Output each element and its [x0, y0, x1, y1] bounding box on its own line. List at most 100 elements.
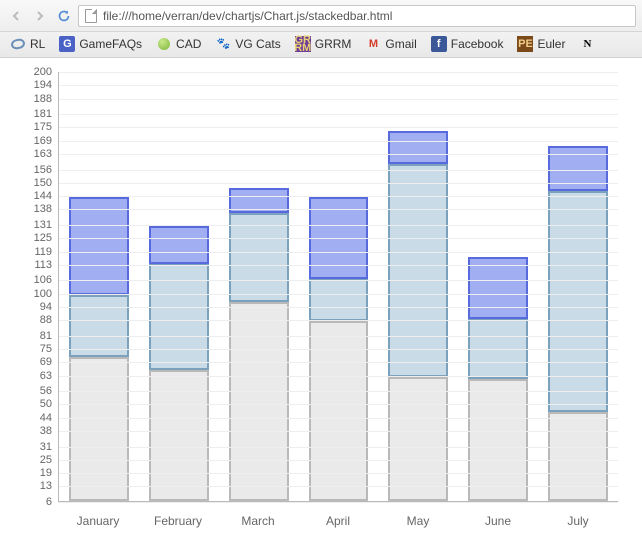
- bar-segment[interactable]: [149, 226, 209, 264]
- bookmark-euler[interactable]: PE Euler: [511, 34, 571, 54]
- y-tick-label: 81: [8, 330, 52, 342]
- euler-icon: PE: [517, 36, 533, 52]
- bar-segment[interactable]: [229, 302, 289, 501]
- bar-column: [139, 72, 219, 501]
- gridline: [59, 127, 618, 128]
- gridline: [59, 376, 618, 377]
- x-tick-label: March: [218, 506, 298, 534]
- bar-segment[interactable]: [468, 257, 528, 319]
- gridline: [59, 72, 618, 73]
- rl-icon: [10, 36, 26, 52]
- y-tick-label: 63: [8, 370, 52, 382]
- y-tick-label: 138: [8, 203, 52, 215]
- facebook-icon: f: [431, 36, 447, 52]
- gridline: [59, 336, 618, 337]
- bar-segment[interactable]: [388, 131, 448, 164]
- bar-segment[interactable]: [309, 279, 369, 321]
- bookmark-rl[interactable]: RL: [4, 34, 51, 54]
- gridline: [59, 170, 618, 171]
- y-tick-label: 94: [8, 301, 52, 313]
- gridline: [59, 294, 618, 295]
- y-tick-label: 44: [8, 412, 52, 424]
- url-bar[interactable]: file:///home/verran/dev/chartjs/Chart.js…: [78, 5, 636, 27]
- gridline: [59, 225, 618, 226]
- bar-segment[interactable]: [149, 370, 209, 501]
- y-tick-label: 163: [8, 148, 52, 160]
- gridline: [59, 252, 618, 253]
- y-tick-label: 156: [8, 164, 52, 176]
- gridline: [59, 320, 618, 321]
- gridline: [59, 196, 618, 197]
- y-tick-label: 6: [8, 496, 52, 508]
- vgcats-icon: 🐾: [215, 36, 231, 52]
- bar-column: [378, 72, 458, 501]
- gamefaqs-icon: G: [59, 36, 75, 52]
- bar-segment[interactable]: [388, 377, 448, 501]
- stacked-bar[interactable]: [388, 131, 448, 501]
- y-tick-label: 56: [8, 385, 52, 397]
- x-tick-label: May: [378, 506, 458, 534]
- stacked-bar[interactable]: [229, 188, 289, 501]
- bar-segment[interactable]: [69, 295, 129, 357]
- bookmark-label: Euler: [537, 37, 565, 51]
- bookmark-label: GameFAQs: [79, 37, 142, 51]
- bookmark-gmail[interactable]: M Gmail: [359, 34, 422, 54]
- y-tick-label: 150: [8, 177, 52, 189]
- gridline: [59, 114, 618, 115]
- bookmark-gamefaqs[interactable]: G GameFAQs: [53, 34, 148, 54]
- y-tick-label: 200: [8, 66, 52, 78]
- x-tick-label: July: [538, 506, 618, 534]
- x-axis-labels: JanuaryFebruaryMarchAprilMayJuneJuly: [58, 506, 618, 534]
- bar-segment[interactable]: [548, 412, 608, 501]
- bookmark-label: Facebook: [451, 37, 504, 51]
- reload-button[interactable]: [54, 6, 74, 26]
- y-tick-label: 38: [8, 425, 52, 437]
- bar-column: [538, 72, 618, 501]
- bookmark-grrm[interactable]: GRRM GRRM: [289, 34, 358, 54]
- gridline: [59, 447, 618, 448]
- gridline: [59, 85, 618, 86]
- gridline: [59, 209, 618, 210]
- gridline: [59, 349, 618, 350]
- forward-button: [30, 6, 50, 26]
- browser-toolbar: file:///home/verran/dev/chartjs/Chart.js…: [0, 0, 642, 32]
- bar-segment[interactable]: [548, 191, 608, 413]
- y-tick-label: 175: [8, 121, 52, 133]
- bar-segment[interactable]: [468, 379, 528, 501]
- gridline: [59, 418, 618, 419]
- bookmark-label: GRRM: [315, 37, 352, 51]
- ny-icon: N: [579, 36, 595, 52]
- stacked-bar-chart: JanuaryFebruaryMarchAprilMayJuneJuly 6 13…: [8, 72, 622, 534]
- gridline: [59, 502, 618, 503]
- y-tick-label: 25: [8, 454, 52, 466]
- x-tick-label: April: [298, 506, 378, 534]
- bars-container: [59, 72, 618, 501]
- gridline: [59, 473, 618, 474]
- bookmark-ny[interactable]: N: [573, 34, 601, 54]
- bookmark-label: Gmail: [385, 37, 416, 51]
- gridline: [59, 265, 618, 266]
- x-tick-label: June: [458, 506, 538, 534]
- bookmark-cad[interactable]: CAD: [150, 34, 207, 54]
- gridline: [59, 391, 618, 392]
- y-tick-label: 181: [8, 108, 52, 120]
- bar-segment[interactable]: [69, 357, 129, 501]
- stacked-bar[interactable]: [548, 146, 608, 501]
- y-tick-label: 194: [8, 79, 52, 91]
- gridline: [59, 404, 618, 405]
- y-tick-label: 119: [8, 246, 52, 258]
- bar-segment[interactable]: [229, 213, 289, 302]
- gridline: [59, 362, 618, 363]
- gridline: [59, 460, 618, 461]
- bar-column: [458, 72, 538, 501]
- y-tick-label: 13: [8, 480, 52, 492]
- bookmark-vgcats[interactable]: 🐾 VG Cats: [209, 34, 286, 54]
- x-tick-label: January: [58, 506, 138, 534]
- y-tick-label: 144: [8, 190, 52, 202]
- bookmark-facebook[interactable]: f Facebook: [425, 34, 510, 54]
- y-tick-label: 31: [8, 441, 52, 453]
- page-content: JanuaryFebruaryMarchAprilMayJuneJuly 6 13…: [0, 58, 642, 542]
- bookmark-label: VG Cats: [235, 37, 280, 51]
- bookmark-label: CAD: [176, 37, 201, 51]
- gridline: [59, 183, 618, 184]
